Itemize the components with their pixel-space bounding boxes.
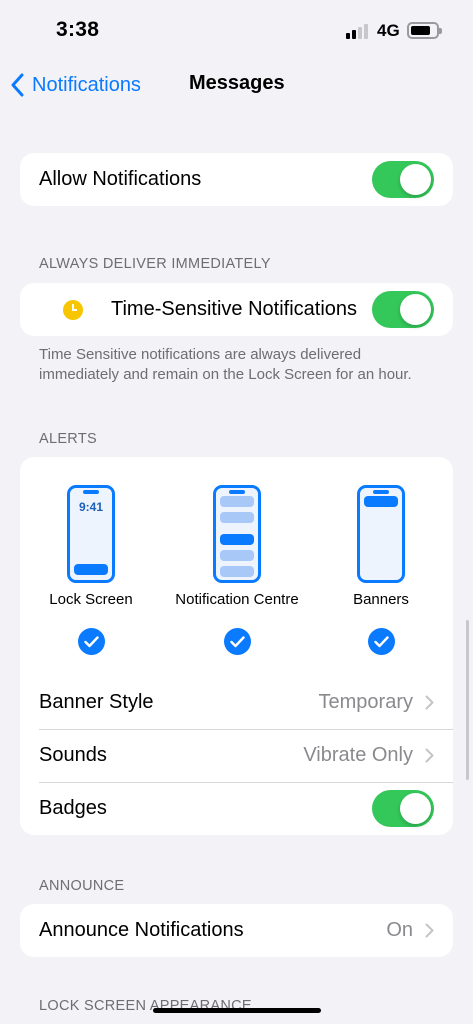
clock-icon — [63, 299, 83, 320]
announce-header: ANNOUNCE — [39, 878, 125, 894]
sounds-label: Sounds — [39, 744, 107, 766]
banners-preview-icon — [357, 485, 405, 583]
home-indicator[interactable] — [153, 1008, 321, 1013]
alert-option-notification-centre[interactable]: Notification Centre — [162, 485, 312, 655]
back-button[interactable]: Notifications — [10, 68, 141, 102]
time-sensitive-label: Time-Sensitive Notifications — [111, 298, 358, 320]
badges-label: Badges — [39, 797, 107, 819]
announce-notifications-row[interactable]: Announce Notifications On — [20, 904, 453, 957]
alert-option-label: Banners — [353, 591, 409, 608]
chevron-left-icon — [11, 73, 24, 97]
badges-row: Badges — [20, 782, 453, 835]
alert-option-label: Notification Centre — [175, 591, 299, 608]
page-title: Messages — [189, 72, 285, 94]
allow-notifications-toggle[interactable] — [372, 161, 434, 198]
checkmark-icon — [367, 628, 395, 655]
banner-style-row[interactable]: Banner Style Temporary — [20, 676, 453, 729]
allow-notifications-label: Allow Notifications — [39, 168, 202, 190]
sounds-row[interactable]: Sounds Vibrate Only — [20, 729, 453, 782]
scrollbar[interactable] — [466, 620, 469, 780]
lock-screen-preview-icon: 9:41 — [67, 485, 115, 583]
notification-centre-preview-icon — [213, 485, 261, 583]
cellular-signal-icon — [346, 24, 370, 39]
time-sensitive-card: Time-Sensitive Notifications — [20, 283, 453, 336]
status-time: 3:38 — [56, 18, 100, 41]
alert-option-label: Lock Screen — [49, 591, 133, 608]
badges-toggle[interactable] — [372, 790, 434, 827]
announce-card: Announce Notifications On — [20, 904, 453, 957]
battery-icon — [407, 22, 442, 39]
time-sensitive-footnote: Time Sensitive notifications are always … — [39, 346, 412, 383]
back-button-label: Notifications — [32, 73, 141, 96]
time-sensitive-row: Time-Sensitive Notifications — [20, 283, 453, 336]
chevron-right-icon — [425, 923, 434, 938]
alerts-header: ALERTS — [39, 431, 97, 447]
alerts-card: 9:41 Lock Screen Notification Centre Ban… — [20, 457, 453, 835]
chevron-right-icon — [425, 695, 434, 710]
navigation-bar: Notifications Messages — [0, 62, 473, 106]
time-sensitive-toggle[interactable] — [372, 291, 434, 328]
alert-style-picker: 9:41 Lock Screen Notification Centre Ban… — [20, 457, 453, 676]
checkmark-icon — [77, 628, 105, 655]
alert-option-banners[interactable]: Banners — [306, 485, 453, 655]
alert-option-lock-screen[interactable]: 9:41 Lock Screen — [20, 485, 166, 655]
banner-style-label: Banner Style — [39, 691, 154, 713]
banner-style-value: Temporary — [318, 691, 413, 713]
chevron-right-icon — [425, 748, 434, 763]
preview-time: 9:41 — [78, 500, 104, 514]
allow-notifications-row: Allow Notifications — [20, 153, 453, 206]
checkmark-icon — [223, 628, 251, 655]
announce-notifications-value: On — [386, 919, 413, 941]
status-bar: 3:38 4G — [0, 0, 473, 62]
allow-notifications-card: Allow Notifications — [20, 153, 453, 206]
always-deliver-header: ALWAYS DELIVER IMMEDIATELY — [39, 256, 271, 272]
sounds-value: Vibrate Only — [303, 744, 413, 766]
announce-notifications-label: Announce Notifications — [39, 919, 244, 941]
network-type: 4G — [377, 21, 400, 40]
